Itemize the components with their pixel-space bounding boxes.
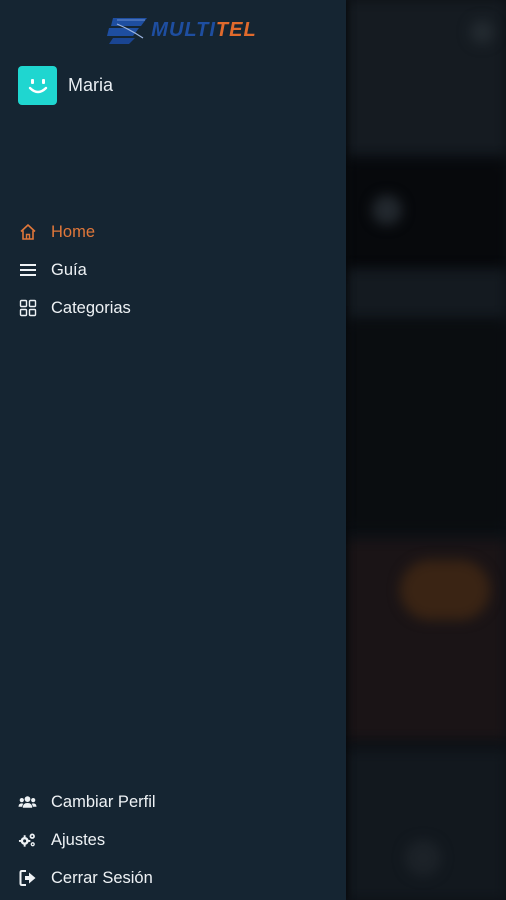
nav-item-guia[interactable]: Guía — [18, 256, 87, 284]
profile-name: Maria — [68, 75, 114, 95]
navigation-drawer: MULTITEL Maria Home Guía Categorias Camb… — [0, 0, 346, 900]
background-icon — [405, 840, 441, 876]
nav-item-cerrar-sesion[interactable]: Cerrar Sesión — [18, 864, 153, 892]
users-icon — [18, 793, 37, 812]
nav-item-label: Cambiar Perfil — [51, 792, 156, 811]
grid-icon — [18, 299, 37, 318]
list-icon — [18, 261, 37, 280]
logo-mark-icon — [107, 18, 148, 44]
sign-out-icon — [18, 869, 37, 888]
home-icon — [18, 223, 37, 242]
gears-icon — [18, 831, 37, 850]
background-row — [346, 270, 506, 320]
profile-header[interactable]: Maria — [18, 66, 113, 105]
background-thumbnail — [400, 560, 490, 620]
app-logo: MULTITEL — [0, 10, 346, 50]
nav-item-categorias[interactable]: Categorias — [18, 294, 131, 322]
avatar[interactable] — [18, 66, 57, 105]
background-footer — [346, 750, 506, 900]
background-icon — [372, 195, 402, 225]
background-icon — [470, 20, 494, 44]
nav-item-label: Cerrar Sesión — [51, 868, 153, 887]
smiley-icon — [28, 78, 47, 93]
nav-item-ajustes[interactable]: Ajustes — [18, 826, 105, 854]
background-banner — [346, 160, 506, 270]
nav-item-home[interactable]: Home — [18, 218, 95, 246]
nav-item-label: Ajustes — [51, 830, 106, 849]
nav-item-label: Guía — [51, 260, 87, 279]
nav-item-cambiar-perfil[interactable]: Cambiar Perfil — [18, 788, 156, 816]
nav-item-label: Categorias — [51, 298, 131, 317]
logo-wordmark: MULTITEL — [151, 19, 257, 41]
background-card — [346, 320, 506, 530]
app-screen: MULTITEL Maria Home Guía Categorias Camb… — [0, 0, 506, 900]
nav-item-label: Home — [51, 222, 96, 241]
